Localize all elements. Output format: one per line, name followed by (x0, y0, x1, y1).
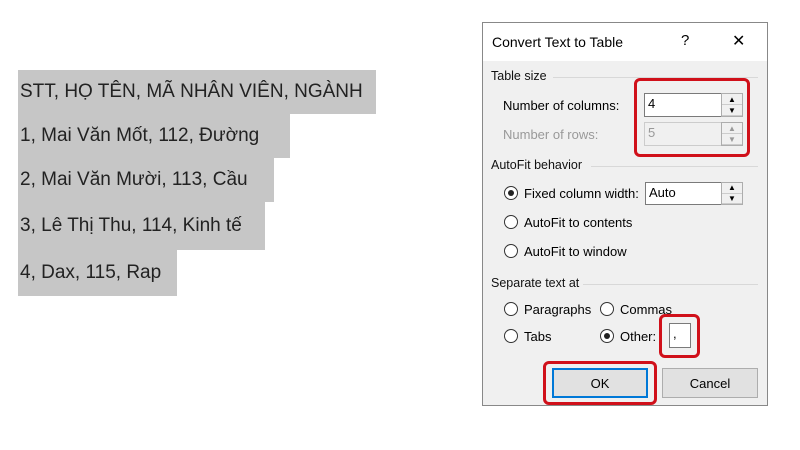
tabs-radio[interactable] (504, 329, 518, 343)
doc-line: 4, Dax, 115, Rap (18, 250, 177, 296)
fixed-width-radio[interactable] (504, 186, 518, 200)
doc-line: STT, HỌ TÊN, MÃ NHÂN VIÊN, NGÀNH (18, 70, 376, 114)
autofit-contents-radio[interactable] (504, 215, 518, 229)
other-label: Other: (620, 329, 657, 344)
dialog-title: Convert Text to Table (492, 34, 624, 50)
tabs-label: Tabs (524, 329, 552, 344)
divider (591, 166, 758, 167)
highlight-box (543, 361, 657, 405)
autofit-contents-label: AutoFit to contents (524, 215, 633, 230)
highlight-box (659, 314, 700, 358)
highlight-box (634, 78, 750, 157)
doc-line: 2, Mai Văn Mười, 113, Cầu (18, 158, 274, 202)
autofit-window-label: AutoFit to window (524, 244, 627, 259)
divider (583, 284, 758, 285)
up-arrow-icon[interactable]: ▲ (722, 183, 742, 194)
fixed-width-label: Fixed column width: (524, 186, 639, 201)
autofit-group-label: AutoFit behavior (491, 158, 583, 172)
paragraphs-radio[interactable] (504, 302, 518, 316)
fixed-width-input[interactable]: Auto (645, 182, 723, 205)
separate-group-label: Separate text at (491, 276, 580, 290)
paragraphs-label: Paragraphs (524, 302, 592, 317)
help-button[interactable]: ? (681, 32, 689, 49)
autofit-window-radio[interactable] (504, 244, 518, 258)
down-arrow-icon[interactable]: ▼ (722, 194, 742, 204)
doc-line: 3, Lê Thị Thu, 114, Kinh tế (18, 202, 265, 250)
close-button[interactable]: ✕ (732, 31, 745, 51)
rows-label: Number of rows: (503, 127, 599, 142)
columns-label: Number of columns: (503, 98, 620, 113)
other-radio[interactable] (600, 329, 614, 343)
table-size-group-label: Table size (491, 69, 547, 83)
cancel-button[interactable]: Cancel (662, 368, 758, 398)
commas-radio[interactable] (600, 302, 614, 316)
doc-line: 1, Mai Văn Mốt, 112, Đường (18, 113, 290, 158)
convert-text-to-table-dialog: Convert Text to Table ? ✕ Table size Num… (482, 22, 768, 406)
fixed-width-spinner[interactable]: ▲ ▼ (721, 182, 743, 205)
title-bar: Convert Text to Table ? ✕ (483, 23, 767, 61)
